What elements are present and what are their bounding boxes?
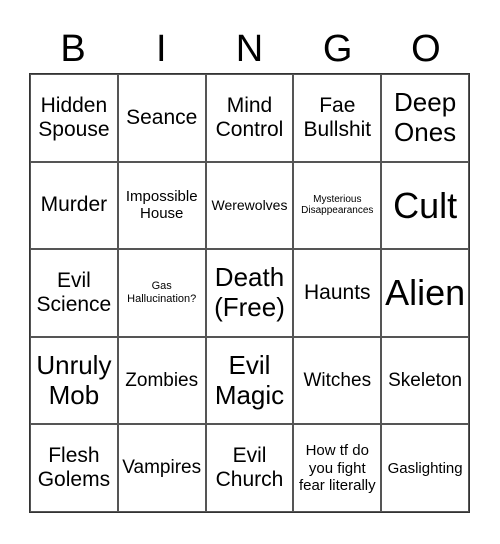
bingo-cell[interactable]: Werewolves (205, 161, 294, 250)
bingo-cell[interactable]: Deep Ones (381, 74, 469, 162)
bingo-cell-text: Deep Ones (394, 86, 457, 147)
header-letter-g: G (322, 28, 353, 70)
bingo-cell[interactable]: Skeleton (381, 336, 469, 425)
bingo-cell-text: Evil Science (36, 268, 112, 316)
bingo-cell[interactable]: Death (Free) (205, 249, 294, 337)
bingo-cell-text: Fae Bullshit (303, 93, 372, 141)
bingo-cell-text: Mysterious Disappearances (301, 193, 374, 217)
bingo-cell-text: Werewolves (211, 197, 288, 214)
bingo-cell[interactable]: Mysterious Disappearances (293, 161, 382, 250)
bingo-cell-text: Alien (385, 272, 466, 314)
bingo-cell-text: Cult (393, 184, 458, 226)
bingo-cell-text: Mind Control (215, 93, 284, 141)
bingo-cell-text: Unruly Mob (36, 349, 112, 410)
bingo-cell-text: Flesh Golems (37, 444, 111, 492)
bingo-cell[interactable]: Impossible House (117, 161, 206, 250)
header-letter-o: O (411, 28, 441, 70)
bingo-header: B I N G O (29, 26, 470, 72)
bingo-cell[interactable]: Haunts (293, 249, 382, 337)
bingo-cell[interactable]: Mind Control (205, 74, 294, 162)
bingo-cell[interactable]: Gas Hallucination? (117, 249, 206, 337)
bingo-cell[interactable]: How tf do you fight fear literally (293, 424, 382, 512)
bingo-cell[interactable]: Vampires (117, 424, 206, 512)
bingo-cell-text: Zombies (125, 369, 199, 391)
bingo-cell-text: Gaslighting (387, 459, 463, 477)
bingo-cell-text: Gas Hallucination? (127, 280, 197, 305)
bingo-cell[interactable]: Murder (30, 161, 118, 250)
bingo-cell[interactable]: Hidden Spouse (30, 74, 118, 162)
bingo-cell[interactable]: Alien (381, 249, 469, 337)
bingo-cell-text: Skeleton (388, 369, 463, 391)
bingo-cell-text: Evil Magic (214, 349, 285, 410)
header-letter-b: B (60, 28, 86, 70)
bingo-cell[interactable]: Gaslighting (381, 424, 469, 512)
bingo-cell[interactable]: Zombies (117, 336, 206, 425)
bingo-cell-text: Vampires (122, 457, 202, 479)
bingo-cell[interactable]: Cult (381, 161, 469, 250)
bingo-cell-text: Hidden Spouse (38, 93, 110, 141)
bingo-cell[interactable]: Fae Bullshit (293, 74, 382, 162)
bingo-cell[interactable]: Flesh Golems (30, 424, 118, 512)
bingo-cell-text: Haunts (304, 280, 371, 304)
header-letter-n: N (235, 28, 264, 70)
bingo-cell[interactable]: Evil Science (30, 249, 118, 337)
bingo-cell-text: Death (Free) (214, 262, 285, 322)
bingo-cell-text: How tf do you fight fear literally (298, 442, 376, 494)
bingo-cell-text: Impossible House (125, 188, 198, 223)
bingo-cell[interactable]: Evil Church (205, 424, 294, 512)
bingo-cell[interactable]: Unruly Mob (30, 336, 118, 425)
header-letter-i: I (156, 28, 167, 70)
bingo-cell-text: Seance (126, 105, 198, 129)
bingo-cell-text: Evil Church (215, 444, 284, 492)
bingo-cell-text: Witches (303, 369, 372, 391)
bingo-cell[interactable]: Evil Magic (205, 336, 294, 425)
bingo-cell[interactable]: Seance (117, 74, 206, 162)
bingo-cell[interactable]: Witches (293, 336, 382, 425)
bingo-grid: Hidden Spouse Seance Mind Control Fae Bulls… (29, 73, 470, 513)
bingo-cell-text: Murder (40, 193, 108, 217)
